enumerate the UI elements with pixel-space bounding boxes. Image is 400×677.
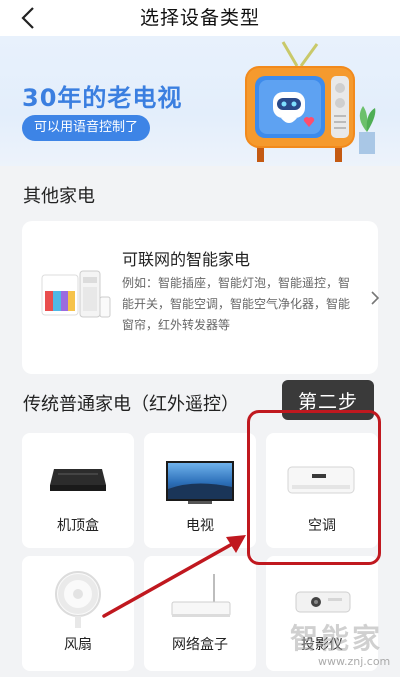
banner-pill[interactable]: 可以用语音控制了	[22, 115, 151, 141]
promo-banner[interactable]: 30年的老电视 可以用语音控制了	[0, 36, 400, 166]
fan-icon	[55, 571, 101, 628]
device-tile-tv[interactable]: 电视	[144, 433, 256, 548]
device-label: 风扇	[64, 637, 92, 653]
section-title-traditional: 传统普通家电（红外遥控）	[23, 394, 239, 415]
page-title: 选择设备类型	[139, 7, 260, 29]
section-title-other: 其他家电	[23, 186, 95, 207]
network-box-icon	[171, 574, 231, 617]
top-bar: 选择设备类型	[0, 0, 400, 36]
device-label: 电视	[186, 518, 214, 534]
device-tile-fan[interactable]: 风扇	[22, 556, 134, 671]
device-tile-network-box[interactable]: 网络盒子	[144, 556, 256, 671]
highlight-box	[247, 410, 381, 565]
chevron-right-icon	[371, 291, 380, 305]
smart-card-description: 例如：智能插座，智能灯泡，智能遥控，智能开关，智能空调，智能空气净化器，智能窗帘…	[122, 276, 351, 332]
set-top-box-icon	[50, 469, 106, 491]
watermark: 智能家 www.znj.com	[290, 617, 400, 677]
smart-devices-illustration	[41, 270, 111, 318]
device-label: 机顶盒	[57, 518, 99, 534]
smart-card-title: 可联网的智能家电	[122, 250, 251, 269]
watermark-url: www.znj.com	[318, 655, 391, 668]
retro-tv-illustration	[245, 41, 376, 162]
tv-icon	[166, 461, 234, 504]
device-tile-set-top-box[interactable]: 机顶盒	[22, 433, 134, 548]
device-label: 网络盒子	[172, 637, 228, 653]
banner-title: 30年的老电视	[22, 84, 183, 112]
watermark-text: 智能家	[290, 622, 384, 655]
smart-appliance-card[interactable]: 可联网的智能家电 例如：智能插座，智能灯泡，智能遥控，智能开关，智能空调，智能空…	[22, 221, 380, 374]
